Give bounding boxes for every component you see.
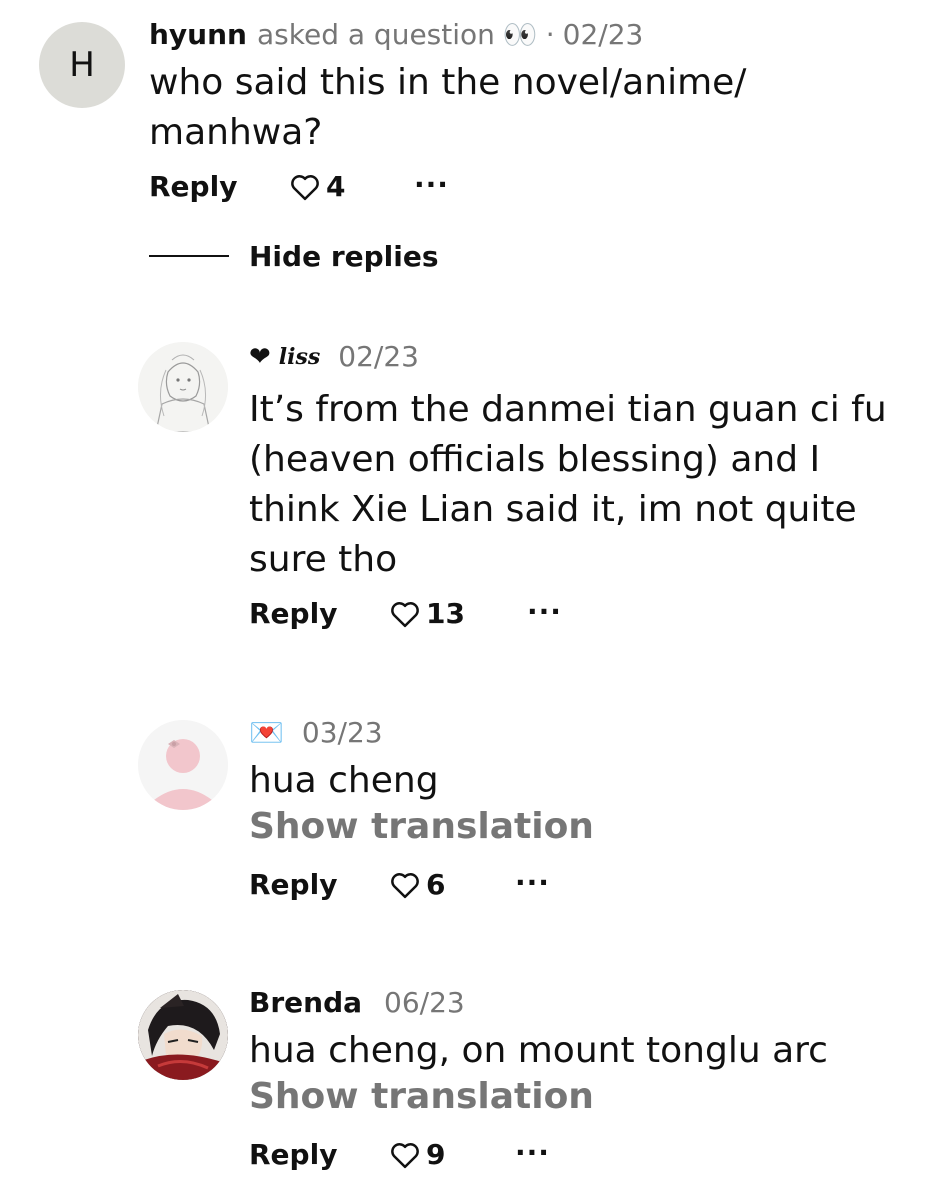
author-name[interactable]: Brenda xyxy=(249,986,362,1019)
more-options-button[interactable]: ··· xyxy=(515,1136,550,1169)
show-translation-button[interactable]: Show translation xyxy=(249,806,594,847)
heart-icon xyxy=(391,872,419,898)
author-name[interactable]: liss xyxy=(279,344,321,370)
more-options-button[interactable]: ··· xyxy=(515,866,550,899)
author-envelope-emoji[interactable]: 💌 xyxy=(249,716,284,749)
heart-icon xyxy=(391,1142,419,1168)
more-options-button[interactable]: ··· xyxy=(414,168,449,201)
avatar-brenda[interactable] xyxy=(138,990,228,1080)
show-translation-button[interactable]: Show translation xyxy=(249,1076,594,1117)
comment-text: hua cheng, on mount tonglu arc xyxy=(249,1030,828,1071)
more-options-button[interactable]: ··· xyxy=(527,595,562,628)
eyes-emoji: 👀 xyxy=(502,18,538,51)
reply-button[interactable]: Reply xyxy=(249,1138,337,1171)
like-count: 9 xyxy=(426,1138,446,1171)
sketch-portrait-icon xyxy=(138,342,228,432)
like-button[interactable]: 6 xyxy=(390,868,445,901)
like-count: 4 xyxy=(326,170,346,203)
comment-date: 03/23 xyxy=(301,716,383,749)
comment-text: It’s from the danmei tian guan ci fu (he… xyxy=(249,389,887,580)
comment-meta: hyunn asked a question 👀 · 02/23 xyxy=(149,18,643,51)
separator: · xyxy=(545,18,555,51)
heart-icon xyxy=(391,601,419,627)
reply-button[interactable]: Reply xyxy=(249,868,337,901)
hide-replies-button[interactable]: Hide replies xyxy=(249,240,439,273)
hide-replies-line xyxy=(149,255,229,257)
comment-date: 02/23 xyxy=(562,18,644,51)
action-subtitle: asked a question xyxy=(257,18,495,51)
comment-meta: 💌 03/23 xyxy=(249,716,383,749)
like-button[interactable]: 13 xyxy=(390,597,465,630)
avatar-hyunn[interactable]: H xyxy=(39,22,125,108)
avatar-letter: H xyxy=(69,45,95,85)
comment-meta: ❤ liss 02/23 xyxy=(249,340,419,373)
like-button[interactable]: 4 xyxy=(290,170,345,203)
comment-date: 02/23 xyxy=(338,340,419,373)
heart-icon xyxy=(291,174,319,200)
reply-button[interactable]: Reply xyxy=(149,170,237,203)
reply-button[interactable]: Reply xyxy=(249,597,337,630)
like-count: 13 xyxy=(426,597,465,630)
comment-date: 06/23 xyxy=(384,986,465,1019)
comment-text: hua cheng xyxy=(249,760,439,801)
default-user-icon xyxy=(138,720,228,810)
author-name[interactable]: hyunn xyxy=(149,18,247,51)
comment-meta: Brenda 06/23 xyxy=(249,986,465,1019)
avatar-pink[interactable] xyxy=(138,720,228,810)
like-button[interactable]: 9 xyxy=(390,1138,445,1171)
like-count: 6 xyxy=(426,868,446,901)
comment-text: who said this in the novel/anime/ manhwa… xyxy=(149,62,747,153)
avatar-liss[interactable] xyxy=(138,342,228,432)
author-heart-prefix: ❤ xyxy=(249,341,271,372)
anime-character-icon xyxy=(138,990,228,1080)
